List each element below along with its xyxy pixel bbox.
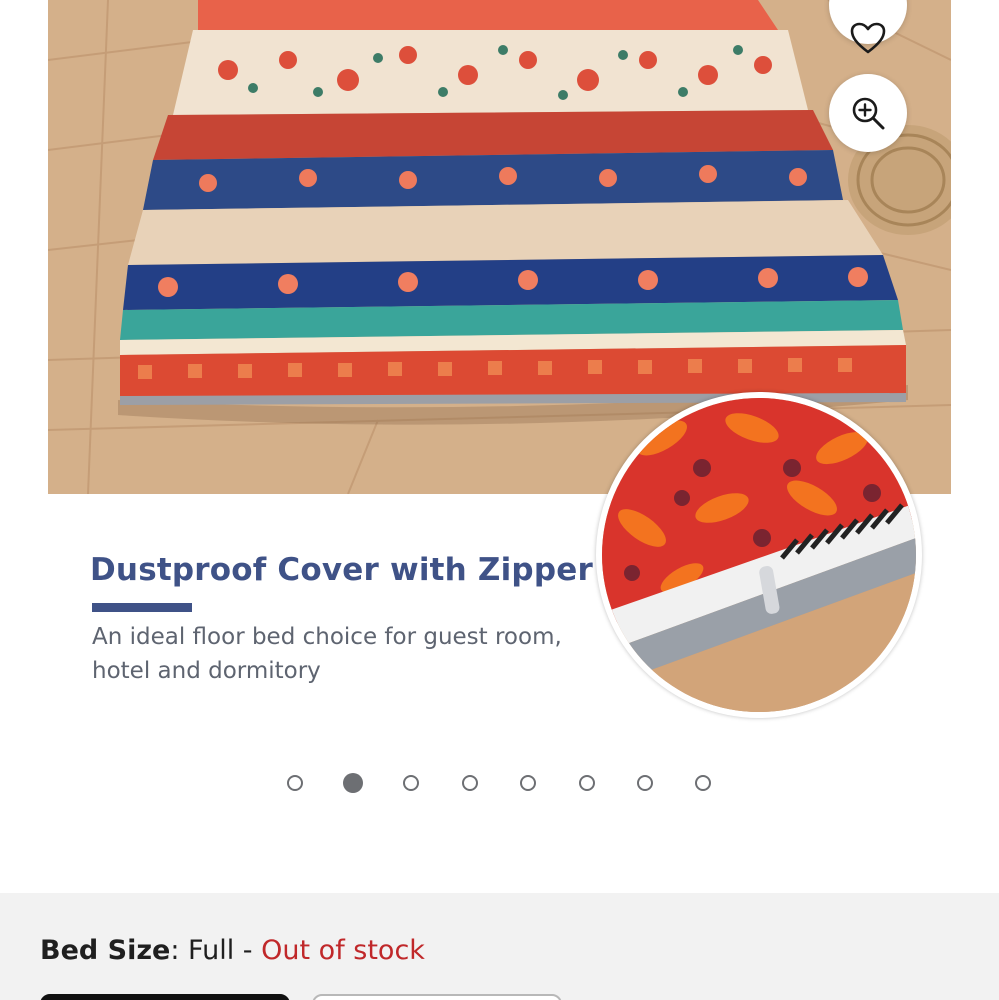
size-option-selected[interactable] [40, 994, 290, 1000]
stock-status: Out of stock [261, 935, 425, 966]
carousel-dot[interactable] [520, 775, 536, 791]
bed-size-dash: - [234, 935, 262, 966]
variant-selector: Bed Size: Full - Out of stock [0, 893, 999, 1000]
bed-size-label: Bed Size [40, 935, 171, 966]
carousel-dot[interactable] [462, 775, 478, 791]
carousel-dot[interactable] [579, 775, 595, 791]
zipper-closeup-image [596, 392, 922, 718]
promo-description: An ideal floor bed choice for guest room… [92, 624, 562, 684]
carousel-dot[interactable] [637, 775, 653, 791]
heart-icon [850, 22, 886, 54]
carousel-dot[interactable] [403, 775, 419, 791]
zoom-in-icon [850, 95, 886, 131]
promo-title: Dustproof Cover with Zipper [90, 552, 593, 588]
bed-size-line: Bed Size: Full - Out of stock [40, 935, 425, 966]
carousel-pagination [0, 773, 999, 797]
carousel-dot[interactable] [695, 775, 711, 791]
carousel-dot-active[interactable] [343, 773, 363, 793]
carousel-dot[interactable] [287, 775, 303, 791]
zoom-button[interactable] [829, 74, 907, 152]
size-option[interactable] [312, 994, 562, 1000]
product-image-gallery[interactable]: Dustproof Cover with Zipper An ideal flo… [0, 0, 999, 845]
bed-size-value: Full [188, 935, 235, 966]
bed-size-separator: : [170, 935, 189, 966]
promo-accent-bar [92, 603, 192, 612]
product-page: Dustproof Cover with Zipper An ideal flo… [0, 0, 999, 1000]
